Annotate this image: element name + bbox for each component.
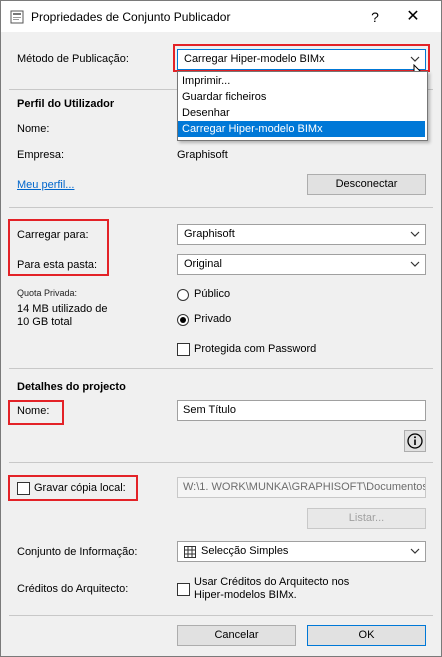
- window-title: Propriedades de Conjunto Publicador: [31, 10, 231, 24]
- project-name-value: Sem Título: [183, 404, 236, 416]
- private-radio[interactable]: [177, 314, 189, 326]
- private-radio-label[interactable]: Privado: [194, 313, 231, 325]
- quota-label: Quota Privada:: [17, 288, 78, 298]
- architect-credits-label: Créditos do Arquitecto:: [17, 583, 129, 595]
- folder-select[interactable]: Original: [177, 254, 426, 275]
- profile-heading: Perfil do Utilizador: [17, 98, 115, 110]
- title-bar[interactable]: Propriedades de Conjunto Publicador ? ✕: [1, 1, 441, 32]
- local-path-input[interactable]: W:\1. WORK\MUNKA\GRAPHISOFT\Documentos: [177, 477, 426, 498]
- highlight-project-name: [8, 400, 64, 425]
- architect-credits-checkbox-line2[interactable]: Hiper-modelos BIMx.: [194, 589, 297, 601]
- dropdown-option-selected[interactable]: Carregar Hiper-modelo BIMx: [178, 121, 425, 137]
- quota-value-line1: 14 MB utilizado de: [17, 303, 108, 315]
- project-name-input[interactable]: Sem Título: [177, 400, 426, 421]
- dropdown-option[interactable]: Imprimir...: [178, 73, 425, 89]
- profile-company-value: Graphisoft: [177, 149, 228, 161]
- grid-icon: [184, 546, 196, 558]
- highlight-publish-method: [173, 44, 430, 72]
- profile-company-label: Empresa:: [17, 149, 65, 161]
- project-heading: Detalhes do projecto: [17, 381, 126, 393]
- dialog-window: Propriedades de Conjunto Publicador ? ✕ …: [0, 0, 442, 657]
- info-button[interactable]: [404, 430, 426, 452]
- architect-credits-checkbox[interactable]: [177, 583, 190, 596]
- separator: [9, 368, 433, 369]
- info-set-value: Selecção Simples: [201, 545, 289, 557]
- info-set-label: Conjunto de Informação:: [17, 546, 138, 558]
- list-button[interactable]: Listar...: [307, 508, 426, 529]
- info-icon: [407, 433, 423, 449]
- close-button[interactable]: ✕: [403, 7, 423, 27]
- separator: [9, 462, 433, 463]
- cancel-button[interactable]: Cancelar: [177, 625, 296, 646]
- password-checkbox-label[interactable]: Protegida com Password: [194, 343, 316, 355]
- upload-to-select[interactable]: Graphisoft: [177, 224, 426, 245]
- chevron-down-icon: [410, 548, 420, 554]
- public-radio-label[interactable]: Público: [194, 288, 230, 300]
- highlight-save-local-copy: [8, 475, 138, 501]
- public-radio[interactable]: [177, 289, 189, 301]
- dropdown-option[interactable]: Guardar ficheiros: [178, 89, 425, 105]
- my-profile-link[interactable]: Meu perfil...: [17, 179, 74, 191]
- quota-value-line2: 10 GB total: [17, 316, 73, 328]
- upload-to-value: Graphisoft: [184, 228, 235, 240]
- help-button[interactable]: ?: [365, 7, 385, 27]
- dropdown-option[interactable]: Desenhar: [178, 105, 425, 121]
- publish-method-dropdown[interactable]: Imprimir... Guardar ficheiros Desenhar C…: [177, 71, 428, 141]
- chevron-down-icon: [410, 231, 420, 237]
- publish-method-label: Método de Publicação:: [17, 53, 129, 65]
- local-path-value: W:\1. WORK\MUNKA\GRAPHISOFT\Documentos: [183, 481, 426, 493]
- disconnect-button[interactable]: Desconectar: [307, 174, 426, 195]
- app-icon: [10, 10, 24, 24]
- separator: [9, 207, 433, 208]
- folder-value: Original: [184, 258, 222, 270]
- password-checkbox[interactable]: [177, 343, 190, 356]
- profile-name-label: Nome:: [17, 123, 50, 135]
- separator: [9, 615, 433, 616]
- highlight-upload-labels: [8, 219, 109, 276]
- info-set-select[interactable]: Selecção Simples: [177, 541, 426, 562]
- architect-credits-checkbox-line1[interactable]: Usar Créditos do Arquitecto nos: [194, 576, 349, 588]
- chevron-down-icon: [410, 261, 420, 267]
- ok-button[interactable]: OK: [307, 625, 426, 646]
